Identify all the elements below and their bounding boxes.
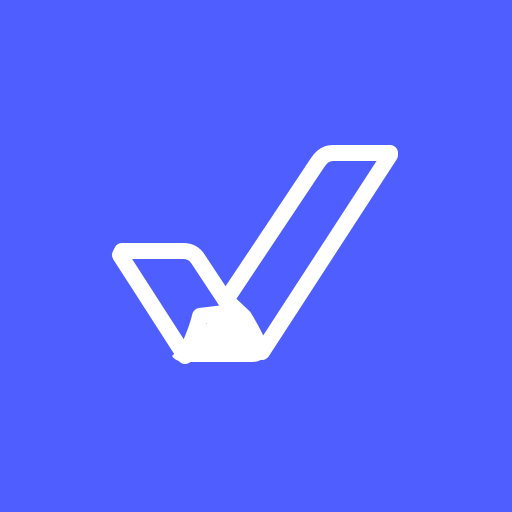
checkmark-icon — [112, 145, 398, 364]
checkmark-right-arm — [218, 145, 398, 360]
app-icon — [0, 0, 512, 512]
